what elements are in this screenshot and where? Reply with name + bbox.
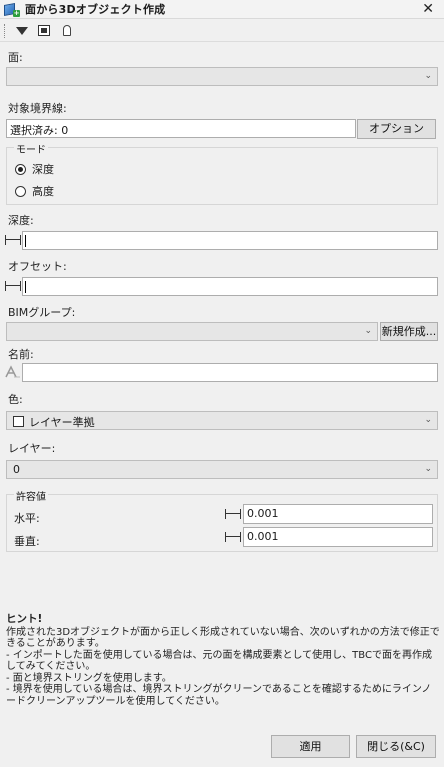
depth-input[interactable] (22, 231, 438, 250)
hint-line: - 面と境界ストリングを使用します。 (6, 672, 172, 684)
hint-line: - 境界を使用している場合は、境界ストリングがクリーンであることを確認するために… (6, 684, 432, 707)
mode-legend: モード (14, 141, 48, 156)
radio-selected-icon (15, 163, 26, 175)
toolbar-grip (4, 23, 7, 38)
new-bim-button[interactable]: 新規作成... (380, 322, 438, 341)
layer-combo[interactable]: 0 ⌄ (6, 460, 438, 479)
hint-line: - インポートした面を使用している場合は、元の面を構成要素として使用し、TBCで… (6, 649, 432, 673)
name-label: 名前: (8, 348, 34, 361)
chevron-down-icon: ⌄ (364, 326, 372, 336)
hint-line: 作成された3Dオブジェクトが面から正しく形成されていない場合、次のいずれかの方法… (6, 626, 440, 650)
layer-label: レイヤー: (8, 442, 56, 455)
lock-icon[interactable] (57, 22, 75, 40)
mode-elevation-label: 高度 (32, 185, 54, 198)
bim-label: BIMグループ: (8, 306, 76, 319)
apply-button[interactable]: 適用 (271, 735, 350, 758)
color-swatch-icon (13, 416, 24, 427)
mode-radio-depth[interactable]: 深度 (15, 161, 54, 177)
horizontal-tolerance-input[interactable]: 0.001 (243, 504, 433, 524)
boundary-value: 選択済み: 0 (10, 124, 69, 137)
color-value: レイヤー準拠 (29, 416, 95, 429)
bim-combo[interactable]: ⌄ (6, 322, 378, 341)
image-icon[interactable] (35, 22, 53, 40)
window-title: 面から3Dオブジェクト作成 (25, 3, 166, 16)
close-button[interactable]: 閉じる(&C) (356, 735, 436, 758)
layer-value: 0 (13, 463, 20, 476)
offset-label: オフセット: (8, 260, 67, 273)
options-button[interactable]: オプション (357, 119, 436, 139)
app-cube-icon: + (4, 2, 20, 17)
tolerance-group: 許容値 水平: 0.001 垂直: 0.001 (6, 488, 438, 552)
horizontal-tolerance-value: 0.001 (247, 507, 279, 520)
chevron-down-icon: ⌄ (424, 464, 432, 474)
mode-depth-label: 深度 (32, 163, 54, 176)
mode-radio-elevation[interactable]: 高度 (15, 183, 54, 199)
title-bar: + 面から3Dオブジェクト作成 ✕ (0, 0, 444, 19)
toolbar (0, 20, 444, 42)
face-combo[interactable]: ⌄ (6, 67, 438, 86)
measure-icon (5, 280, 21, 292)
vertical-tolerance-value: 0.001 (247, 530, 279, 543)
color-combo[interactable]: レイヤー準拠 ⌄ (6, 411, 438, 430)
color-label: 色: (8, 393, 23, 406)
tolerance-legend: 許容値 (14, 488, 48, 503)
hint-panel: ヒント! 作成された3Dオブジェクトが面から正しく形成されていない場合、次のいず… (6, 613, 440, 707)
name-input[interactable] (22, 363, 438, 382)
dropdown-triangle-icon[interactable] (13, 22, 31, 40)
close-icon[interactable]: ✕ (422, 2, 434, 16)
boundary-field[interactable]: 選択済み: 0 (6, 119, 356, 138)
measure-icon (225, 531, 241, 543)
name-tag-icon (5, 365, 21, 379)
vertical-label: 垂直: (14, 535, 40, 548)
measure-icon (5, 234, 21, 246)
mode-group: モード 深度 高度 (6, 141, 438, 205)
face-label: 面: (8, 51, 23, 64)
chevron-down-icon: ⌄ (424, 415, 432, 425)
chevron-down-icon: ⌄ (424, 71, 432, 81)
vertical-tolerance-input[interactable]: 0.001 (243, 527, 433, 547)
measure-icon (225, 508, 241, 520)
boundary-label: 対象境界線: (8, 102, 67, 115)
horizontal-label: 水平: (14, 512, 40, 525)
offset-input[interactable] (22, 277, 438, 296)
radio-empty-icon (15, 185, 26, 197)
hint-title: ヒント! (6, 613, 43, 625)
depth-label: 深度: (8, 214, 34, 227)
